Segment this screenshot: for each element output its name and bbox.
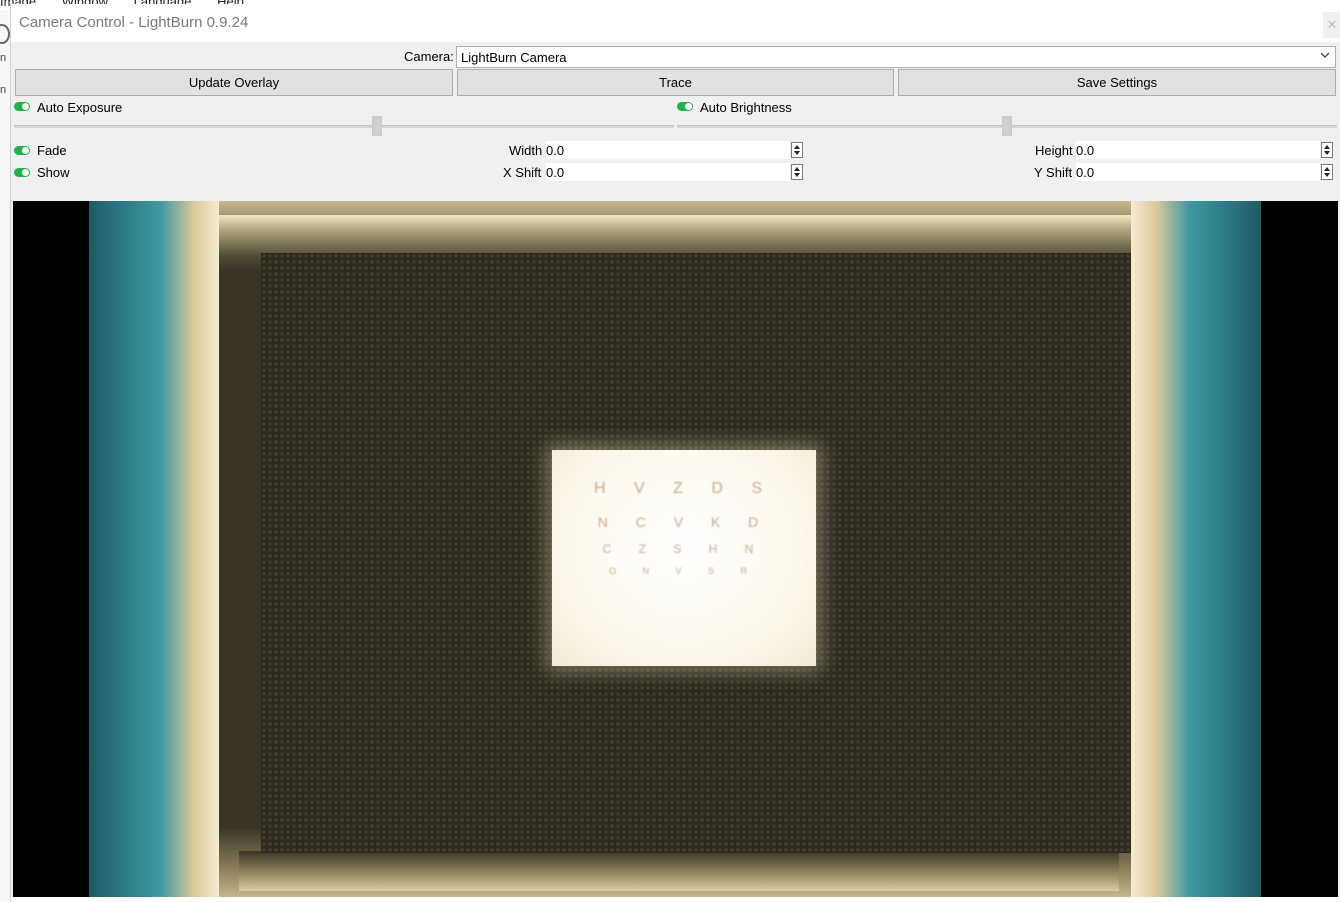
spin-down-icon[interactable] [794, 151, 800, 155]
machine-side-left [89, 201, 219, 897]
calibration-card: H V Z D S N C V K D C Z S H N O N V S R [552, 450, 816, 666]
y-shift-input[interactable]: 0.0 [1076, 163, 1320, 181]
chevron-down-icon [1321, 52, 1329, 58]
gantry-rail-bottom [239, 851, 1119, 891]
camera-select-value: LightBurn Camera [461, 50, 567, 65]
card-line: O N V S R [608, 566, 759, 576]
camera-feed-image: H V Z D S N C V K D C Z S H N O N V S R [89, 201, 1261, 897]
y-shift-value: 0.0 [1076, 165, 1095, 180]
camera-view[interactable]: H V Z D S N C V K D C Z S H N O N V S R [13, 201, 1338, 897]
exposure-slider[interactable] [14, 125, 674, 128]
width-value: 0.0 [546, 143, 565, 158]
x-shift-spinner[interactable] [791, 164, 803, 180]
show-label: Show [37, 165, 70, 180]
spin-up-icon[interactable] [794, 167, 800, 171]
card-line: H V Z D S [593, 480, 774, 497]
width-label: Width [509, 143, 543, 158]
brightness-slider-handle[interactable] [1002, 116, 1012, 136]
window-title: Camera Control - LightBurn 0.9.24 [19, 14, 249, 31]
update-overlay-button[interactable]: Update Overlay [15, 69, 453, 96]
spin-up-icon[interactable] [1324, 167, 1330, 171]
height-input[interactable]: 0.0 [1076, 141, 1320, 159]
close-button[interactable]: ✕ [1323, 12, 1340, 38]
camera-select[interactable]: LightBurn Camera [456, 46, 1336, 68]
spin-down-icon[interactable] [1324, 173, 1330, 177]
spin-up-icon[interactable] [794, 145, 800, 149]
exposure-slider-handle[interactable] [372, 116, 382, 136]
x-shift-value: 0.0 [546, 165, 565, 180]
save-settings-button[interactable]: Save Settings [898, 69, 1336, 96]
width-spinner[interactable] [791, 142, 803, 158]
height-value: 0.0 [1076, 143, 1095, 158]
spin-down-icon[interactable] [794, 173, 800, 177]
y-shift-label: Y Shift [1034, 165, 1073, 180]
camera-control-window: Camera Control - LightBurn 0.9.24 ✕ Came… [10, 4, 1340, 897]
auto-brightness-label: Auto Brightness [700, 100, 792, 115]
auto-brightness-toggle[interactable] [677, 102, 693, 111]
title-bar[interactable]: Camera Control - LightBurn 0.9.24 ✕ [11, 4, 1340, 42]
background-glyph: n [0, 52, 7, 64]
x-shift-label: X Shift [503, 165, 542, 180]
auto-exposure-label: Auto Exposure [37, 100, 123, 115]
x-shift-input[interactable]: 0.0 [546, 163, 790, 181]
gantry-rail-top [209, 215, 1141, 255]
show-toggle[interactable] [14, 168, 30, 177]
width-input[interactable]: 0.0 [546, 141, 790, 159]
close-icon: ✕ [1326, 17, 1338, 32]
fade-label: Fade [37, 143, 67, 158]
fade-toggle[interactable] [14, 146, 30, 155]
trace-button[interactable]: Trace [457, 69, 894, 96]
y-shift-spinner[interactable] [1321, 164, 1333, 180]
background-circle-icon [0, 24, 10, 44]
card-line: N C V K D [597, 514, 771, 530]
card-line: C Z S H N [602, 542, 766, 556]
machine-side-right [1131, 201, 1261, 897]
background-glyph: n [0, 84, 7, 96]
height-label: Height [1035, 143, 1073, 158]
spin-down-icon[interactable] [1324, 151, 1330, 155]
height-spinner[interactable] [1321, 142, 1333, 158]
auto-exposure-toggle[interactable] [14, 102, 30, 111]
spin-up-icon[interactable] [1324, 145, 1330, 149]
camera-label: Camera: [404, 49, 454, 64]
